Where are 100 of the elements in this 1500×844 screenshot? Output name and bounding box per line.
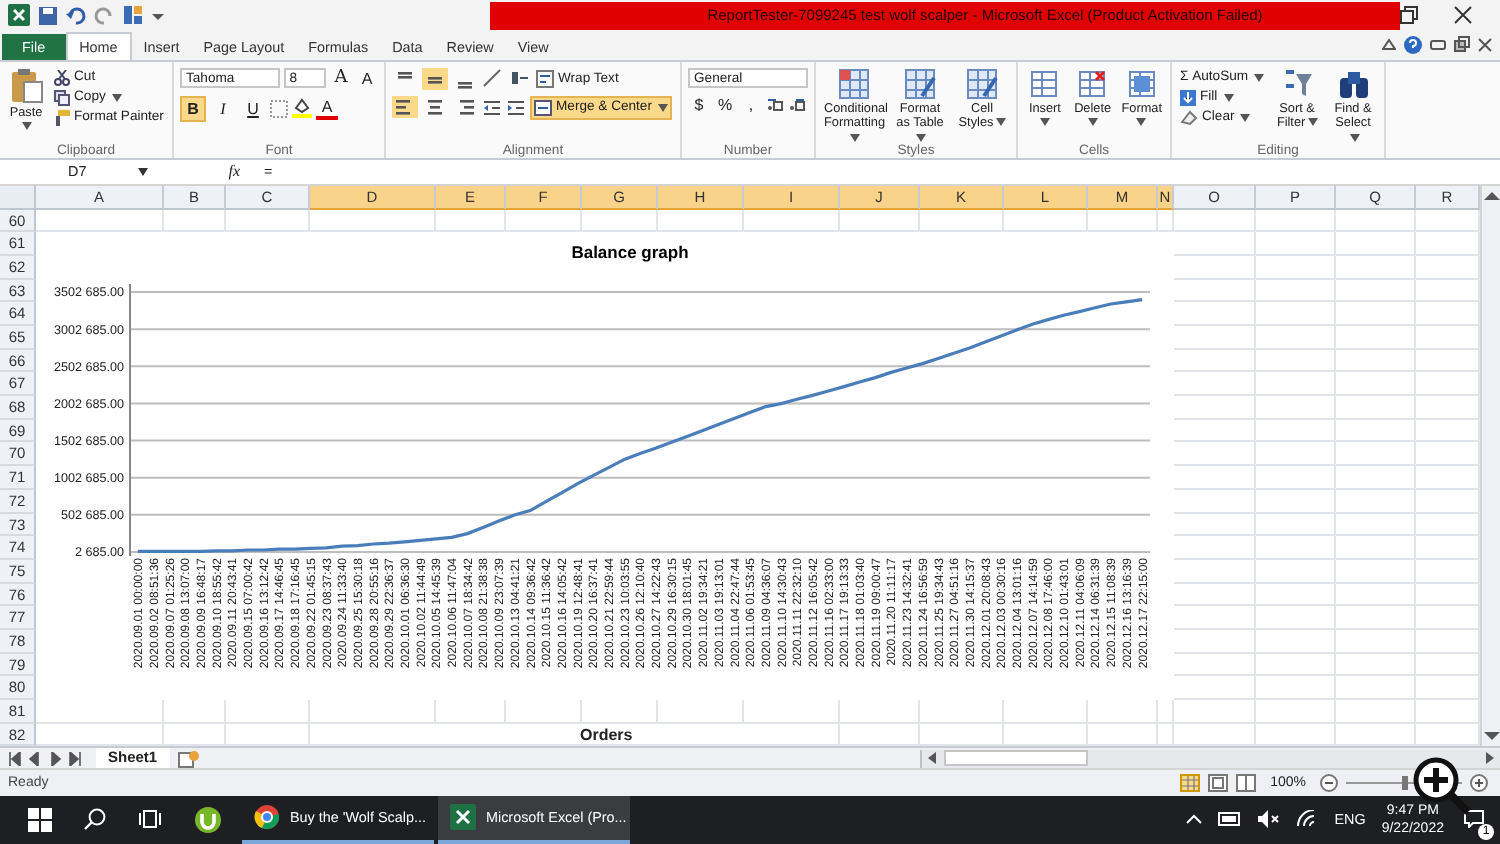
help-icon[interactable]: [1404, 35, 1422, 53]
horizontal-align-button[interactable]: [392, 96, 418, 118]
scroll-left-icon[interactable]: [926, 752, 938, 765]
sheet-cell[interactable]: [1174, 700, 1256, 724]
sheet-cell[interactable]: [1336, 232, 1416, 256]
percent-button[interactable]: %: [714, 93, 736, 115]
sheet-cell[interactable]: [1336, 559, 1416, 584]
task-view-icon[interactable]: [138, 808, 162, 831]
close-icon[interactable]: [1454, 6, 1472, 25]
increase-decimal-icon[interactable]: [766, 96, 784, 112]
form-icon[interactable]: [122, 4, 144, 27]
filter-icon: [1281, 67, 1314, 99]
restore-icon[interactable]: [1454, 36, 1470, 52]
sheet-cell[interactable]: [1336, 536, 1416, 560]
font-style-button[interactable]: I: [210, 95, 236, 121]
sheet-cell[interactable]: [1256, 442, 1336, 467]
normal-view-icon[interactable]: [1180, 774, 1201, 793]
font-color-button[interactable]: A: [316, 97, 338, 119]
sheet-cell[interactable]: [1336, 302, 1416, 327]
page-break-view-icon[interactable]: [1236, 774, 1257, 793]
collapse-ribbon-icon[interactable]: [1382, 38, 1396, 50]
undo-icon[interactable]: [66, 5, 86, 26]
select-all-button[interactable]: [0, 185, 36, 210]
redo-icon[interactable]: [94, 5, 114, 26]
zoom-slider-thumb[interactable]: [1401, 776, 1407, 791]
scrollbar-thumb[interactable]: [944, 750, 1088, 767]
sheet-cell[interactable]: [1256, 419, 1336, 443]
scroll-right-icon[interactable]: [1484, 752, 1496, 765]
minimize-icon[interactable]: [1430, 39, 1446, 49]
close-icon[interactable]: [1478, 37, 1492, 51]
sheet-cell[interactable]: [1256, 255, 1336, 280]
sheet-cell[interactable]: [1256, 349, 1336, 373]
sheet-cell[interactable]: [1256, 489, 1336, 514]
sheet-cell[interactable]: [1256, 629, 1336, 654]
sheet-cell[interactable]: [1256, 466, 1336, 490]
sheet-cell[interactable]: [1256, 606, 1336, 630]
zoom-out-icon[interactable]: [1320, 774, 1338, 793]
insert-function-button[interactable]: fx: [228, 162, 240, 181]
sheet-cell[interactable]: [1336, 326, 1416, 350]
sheet-cell[interactable]: [1336, 583, 1416, 607]
fill-color-icon[interactable]: [292, 98, 312, 118]
windows-start-icon[interactable]: [28, 807, 52, 832]
borders-icon[interactable]: [270, 99, 288, 117]
save-icon[interactable]: [38, 5, 58, 26]
magnifier-icon[interactable]: [1412, 756, 1472, 816]
sheet-cell[interactable]: [1256, 676, 1336, 701]
sheet-cell[interactable]: [1336, 349, 1416, 373]
sheet-cell[interactable]: [1174, 209, 1256, 233]
sheet-cell[interactable]: [1256, 396, 1336, 420]
sheet-cell[interactable]: [1336, 279, 1416, 303]
sheet-cell[interactable]: [1256, 700, 1336, 724]
sheet-cell[interactable]: [1256, 559, 1336, 584]
grow-font-button[interactable]: A: [330, 67, 352, 89]
customize-caret-icon[interactable]: [152, 9, 164, 22]
sheet-cell[interactable]: [1256, 536, 1336, 560]
sheet-cell[interactable]: [1336, 676, 1416, 701]
torrent-app-icon[interactable]: [194, 805, 222, 834]
sheet-cell[interactable]: [1256, 513, 1336, 537]
currency-button[interactable]: $: [688, 93, 710, 115]
sheet-cell[interactable]: [1336, 255, 1416, 280]
sheet-cell[interactable]: [1336, 209, 1416, 233]
sheet-cell[interactable]: [1256, 372, 1336, 397]
zoom-in-icon[interactable]: [1470, 774, 1488, 793]
sheet-cell[interactable]: [1256, 209, 1336, 233]
vertical-align-button[interactable]: [422, 67, 448, 89]
font-style-button[interactable]: U: [240, 95, 266, 121]
sheet-cell[interactable]: [1336, 419, 1416, 443]
show-hidden-icon[interactable]: [1186, 814, 1203, 825]
wifi-icon[interactable]: [1296, 810, 1319, 829]
sheet-cell[interactable]: [1336, 653, 1416, 677]
decrease-indent-icon[interactable]: [482, 97, 502, 117]
sheet-cell[interactable]: [1256, 279, 1336, 303]
sheet-cell[interactable]: [1256, 583, 1336, 607]
notifications-icon[interactable]: [1464, 810, 1484, 829]
sheet-cell[interactable]: [1336, 606, 1416, 630]
sheet-cell[interactable]: [1336, 629, 1416, 654]
sheet-cell[interactable]: [1256, 653, 1336, 677]
horizontal-align-button[interactable]: [422, 96, 448, 118]
shrink-font-button[interactable]: A: [356, 67, 378, 89]
battery-icon[interactable]: [1218, 812, 1243, 827]
sheet-cell[interactable]: [1336, 489, 1416, 514]
insert-sheet-icon[interactable]: [177, 749, 200, 768]
restore-icon[interactable]: [1400, 6, 1418, 25]
increase-indent-icon[interactable]: [506, 97, 526, 117]
sheet-cell[interactable]: [1336, 442, 1416, 467]
sheet-cell[interactable]: [1336, 513, 1416, 537]
sheet-cell[interactable]: [1256, 232, 1336, 256]
sheet-cell[interactable]: [1336, 372, 1416, 397]
sheet-cell[interactable]: [1336, 700, 1416, 724]
sheet-cell[interactable]: [1336, 396, 1416, 420]
comma-style-button[interactable]: ,: [740, 93, 762, 115]
decrease-decimal-icon[interactable]: [788, 96, 806, 112]
page-layout-view-icon[interactable]: [1208, 774, 1229, 793]
speaker-muted-icon[interactable]: [1258, 810, 1281, 829]
font-style-button[interactable]: B: [180, 95, 206, 121]
sheet-cell[interactable]: [1336, 466, 1416, 490]
sheet-cell[interactable]: [1256, 326, 1336, 350]
search-icon[interactable]: [84, 808, 106, 831]
caret-icon: [1223, 93, 1234, 101]
sheet-cell[interactable]: [1256, 302, 1336, 327]
